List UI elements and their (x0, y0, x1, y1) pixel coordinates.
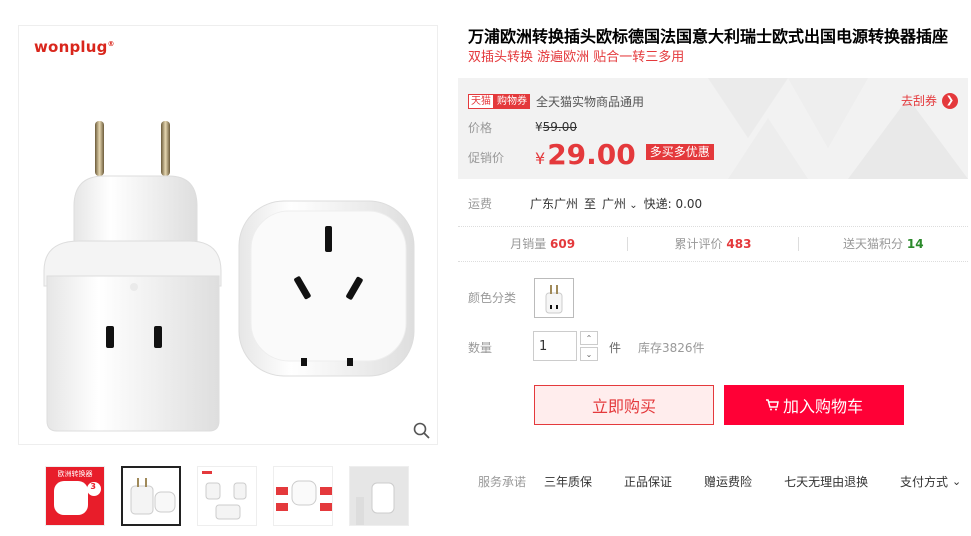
coupon-tag: 购物券 (494, 94, 530, 109)
monthly-sales: 月销量 609 (458, 237, 629, 251)
product-subtitle: 双插头转换 游遍欧洲 贴合一转三多用 (468, 50, 685, 65)
add-to-cart-label: 加入购物车 (782, 397, 863, 416)
tmall-points-value: 14 (906, 237, 924, 251)
shipping-from: 广东广州 (530, 197, 579, 211)
monthly-sales-label: 月销量 (510, 237, 547, 251)
quantity-unit: 件 (609, 341, 622, 355)
shipping-to-word: 至 (584, 197, 597, 211)
buy-now-button[interactable]: 立即购买 (534, 385, 714, 425)
thumbnail-5-image (350, 467, 408, 525)
price-label: 价格 (468, 121, 493, 135)
promo-price-value: 29.00 (547, 138, 636, 171)
service-shipping-insurance[interactable]: 赠运费险 (704, 473, 752, 490)
thumbnail-3-image (202, 471, 247, 520)
payment-methods-label: 支付方式 (900, 475, 949, 489)
quantity-input[interactable] (533, 331, 577, 361)
add-to-cart-button[interactable]: 加入购物车 (724, 385, 904, 425)
promo-currency: ¥ (535, 149, 546, 168)
shipping-destination[interactable]: 广州 ⌄ (602, 195, 638, 212)
promo-price-label: 促销价 (468, 151, 505, 165)
service-promises: 服务承诺 三年质保 正品保证 赠运费险 七天无理由退换 支付方式 ⌄ (478, 473, 961, 490)
product-photo (43, 121, 415, 432)
thumbnail-4[interactable] (273, 466, 333, 526)
thumbnail-1-image (54, 481, 101, 515)
shipping-row: 运费 广东广州 至 广州 ⌄ 快递: 0.00 (468, 195, 702, 212)
monthly-sales-value: 609 (550, 237, 576, 251)
express-fee: 快递: 0.00 (643, 197, 703, 211)
tmall-tag: 天猫 (468, 94, 494, 109)
get-coupon-link[interactable]: 去刮券 ❯ (901, 92, 958, 109)
service-warranty[interactable]: 三年质保 (544, 473, 592, 490)
price-panel: 天猫 购物券 全天猫实物商品通用 去刮券 ❯ 价格 ¥59.00 促销价 ¥ 2… (458, 78, 968, 179)
chevron-right-icon: ❯ (942, 92, 958, 109)
thumbnail-2[interactable] (121, 466, 181, 526)
cart-icon (765, 399, 779, 411)
payment-methods[interactable]: 支付方式 ⌄ (900, 473, 961, 490)
quantity-label: 数量 (468, 341, 493, 355)
thumbnail-2-image (130, 478, 176, 515)
quantity-stepper: ⌃ ⌄ (580, 331, 598, 361)
promo-price: ¥ 29.00 多买多优惠 (535, 138, 714, 171)
services-label: 服务承诺 (478, 475, 527, 489)
original-currency: ¥ (535, 120, 543, 134)
coupon-row: 天猫 购物券 全天猫实物商品通用 (468, 93, 644, 110)
coupon-description: 全天猫实物商品通用 (536, 95, 645, 109)
shipping-info: 广东广州 至 广州 ⌄ 快递: 0.00 (530, 195, 702, 212)
service-returns[interactable]: 七天无理由退换 (784, 473, 868, 490)
get-coupon-label: 去刮券 (900, 94, 937, 108)
thumbnail-1[interactable]: 欧洲转换器 3 (45, 466, 105, 526)
color-label: 颜色分类 (468, 291, 517, 305)
review-count-value: 483 (726, 237, 752, 251)
tmall-points-label: 送天猫积分 (843, 237, 904, 251)
thumbnail-3[interactable] (197, 466, 257, 526)
promo-badge[interactable]: 多买多优惠 (645, 144, 714, 160)
main-product-image[interactable]: wonplug® (18, 25, 438, 445)
review-count[interactable]: 累计评价 483 (628, 237, 799, 251)
thumbnail-5[interactable] (349, 466, 409, 526)
decrease-button[interactable]: ⌄ (580, 347, 598, 361)
stats-bar: 月销量 609 累计评价 483 送天猫积分 14 (458, 226, 968, 262)
original-price-value: 59.00 (542, 120, 577, 134)
stock-count: 库存3826件 (638, 341, 705, 355)
thumbnail-strip: 欧洲转换器 3 (45, 466, 409, 526)
original-price: ¥59.00 (535, 120, 577, 134)
tmall-points: 送天猫积分 14 (799, 237, 968, 251)
review-count-label: 累计评价 (674, 237, 723, 251)
color-swatch-image (545, 285, 563, 314)
zoom-icon[interactable] (413, 422, 431, 440)
chevron-down-icon: ⌄ (626, 200, 638, 211)
service-authentic[interactable]: 正品保证 (624, 473, 672, 490)
chevron-down-icon: ⌄ (952, 475, 962, 488)
color-swatch[interactable] (534, 278, 574, 318)
thumbnail-1-number: 3 (90, 482, 96, 491)
product-title: 万浦欧洲转换插头欧标德国法国意大利瑞士欧式出国电源转换器插座 (468, 27, 949, 46)
shipping-label: 运费 (468, 197, 493, 211)
increase-button[interactable]: ⌃ (580, 331, 598, 345)
shipping-destination-text: 广州 (602, 197, 627, 211)
thumbnail-4-image (276, 480, 332, 511)
